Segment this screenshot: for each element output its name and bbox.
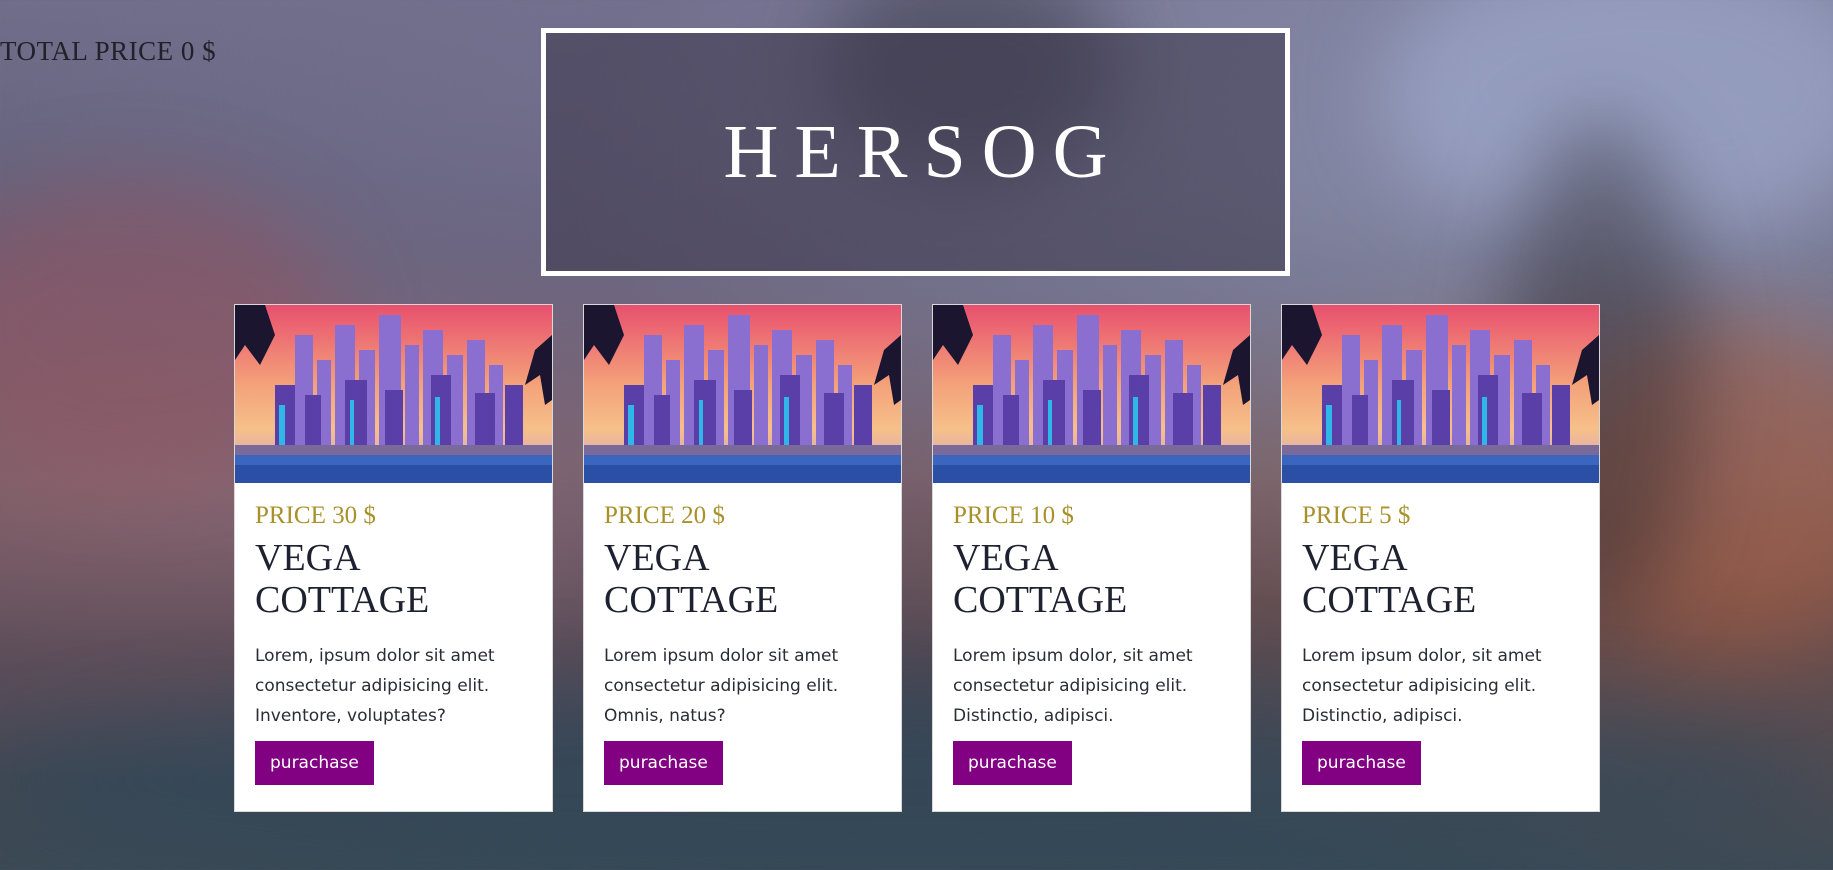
purchase-button[interactable]: purachase (255, 741, 374, 785)
card-title: VEGA COTTAGE (604, 537, 779, 621)
city-skyline-image (235, 305, 552, 483)
product-card: PRICE 20 $ VEGA COTTAGE Lorem ipsum dolo… (583, 304, 902, 812)
card-description: Lorem, ipsum dolor sit amet consectetur … (255, 646, 495, 726)
card-price: PRICE 10 $ (953, 502, 1074, 529)
city-skyline-image (933, 305, 1250, 483)
total-price: TOTAL PRICE 0 $ (0, 36, 217, 66)
card-price: PRICE 5 $ (1302, 502, 1411, 529)
card-description: Lorem ipsum dolor, sit amet consectetur … (1302, 646, 1542, 726)
brand-title: HERSOG (723, 109, 1124, 194)
card-price: PRICE 30 $ (255, 502, 376, 529)
card-price: PRICE 20 $ (604, 502, 725, 529)
product-card: PRICE 10 $ VEGA COTTAGE Lorem ipsum dolo… (932, 304, 1251, 812)
product-card: PRICE 30 $ VEGA COTTAGE Lorem, ipsum dol… (234, 304, 553, 812)
product-cards: PRICE 30 $ VEGA COTTAGE Lorem, ipsum dol… (234, 304, 1600, 812)
product-card: PRICE 5 $ VEGA COTTAGE Lorem ipsum dolor… (1281, 304, 1600, 812)
card-description: Lorem ipsum dolor sit amet consectetur a… (604, 646, 839, 726)
card-title: VEGA COTTAGE (255, 537, 430, 621)
card-title: VEGA COTTAGE (953, 537, 1128, 621)
purchase-button[interactable]: purachase (1302, 741, 1421, 785)
card-title: VEGA COTTAGE (1302, 537, 1477, 621)
brand-banner: HERSOG (541, 28, 1290, 276)
purchase-button[interactable]: purachase (604, 741, 723, 785)
purchase-button[interactable]: purachase (953, 741, 1072, 785)
card-description: Lorem ipsum dolor, sit amet consectetur … (953, 646, 1193, 726)
city-skyline-image (584, 305, 901, 483)
city-skyline-image (1282, 305, 1599, 483)
